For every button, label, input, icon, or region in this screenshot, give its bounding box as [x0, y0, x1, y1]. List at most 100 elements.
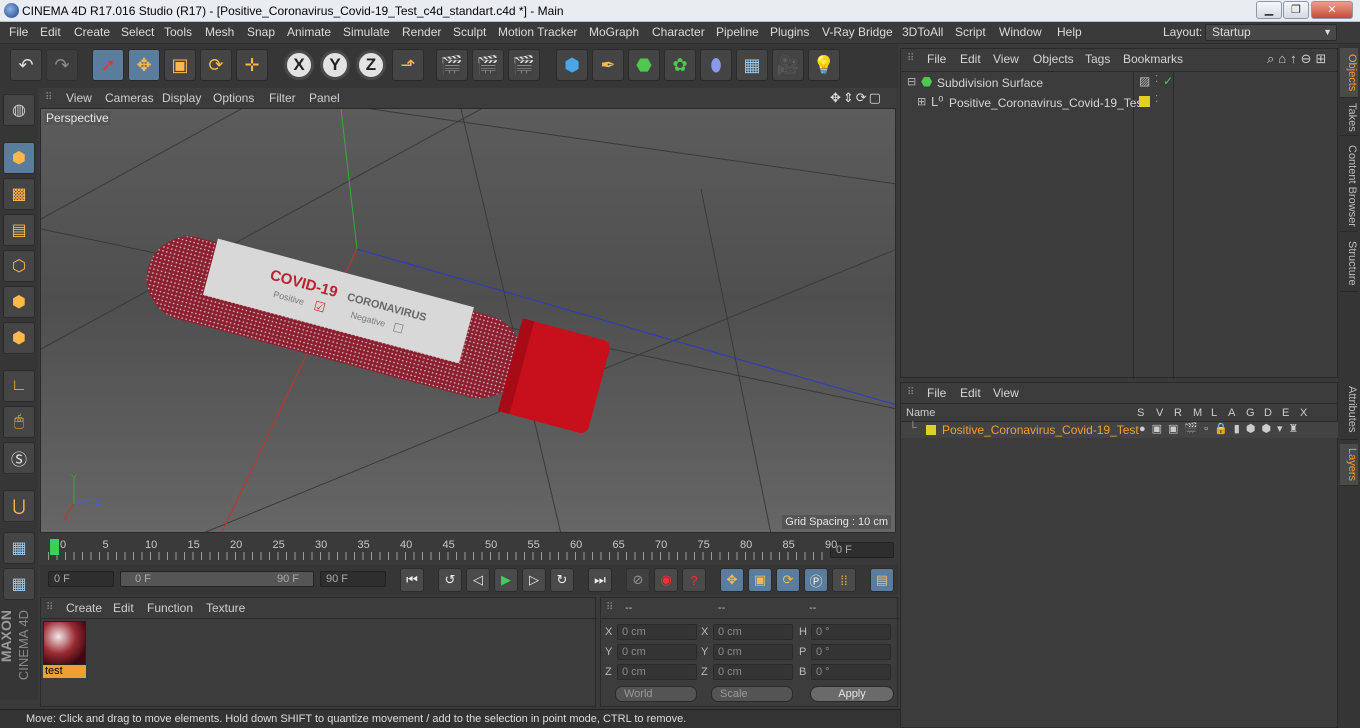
object-row-subdivision-surface[interactable]: ⊟ ⬣ Subdivision Surface ▨ ⁚ ✓ — [901, 74, 1339, 92]
model-mode-button[interactable]: ⬢ — [3, 142, 35, 174]
menu-character[interactable]: Character — [652, 25, 705, 39]
redo-button[interactable]: ↷ — [46, 49, 78, 81]
edges-mode-button[interactable]: ⬢ — [3, 286, 35, 318]
render-settings-button[interactable]: 🎬 — [508, 49, 540, 81]
subdivision-surface-button[interactable]: ⬣ — [628, 49, 660, 81]
objects-menu-tags[interactable]: Tags — [1085, 52, 1110, 66]
menu-file[interactable]: File — [9, 25, 28, 39]
menu-vray-bridge[interactable]: V-Ray Bridge — [822, 25, 893, 39]
layer-color-swatch[interactable] — [1139, 96, 1150, 107]
record-position-button[interactable]: ✥ — [720, 568, 744, 592]
menu-create[interactable]: Create — [74, 25, 110, 39]
timeline-window-button[interactable]: ▤ — [870, 568, 894, 592]
menu-mesh[interactable]: Mesh — [205, 25, 234, 39]
pos-y-field[interactable]: 0 cm — [617, 644, 697, 660]
tweak-mode-button[interactable]: 🖱 — [3, 406, 35, 438]
object-manager-nav-icons[interactable]: ⌕⌂↑⊖⊞ — [1267, 51, 1330, 67]
objects-menu-view[interactable]: View — [993, 52, 1019, 66]
layers-menu-edit[interactable]: Edit — [960, 386, 981, 400]
menu-plugins[interactable]: Plugins — [770, 25, 809, 39]
menu-snap[interactable]: Snap — [247, 25, 275, 39]
record-scale-button[interactable]: ▣ — [748, 568, 772, 592]
menu-help[interactable]: Help — [1057, 25, 1082, 39]
viewport-menu-panel[interactable]: Panel — [309, 91, 340, 105]
menu-3dtoall[interactable]: 3DToAll — [902, 25, 943, 39]
object-row-covid-test[interactable]: ⊞ L⁰ Positive_Coronavirus_Covid-19_Test … — [901, 94, 1339, 112]
menu-select[interactable]: Select — [121, 25, 154, 39]
3d-viewport[interactable]: COVID-19 CORONAVIRUS Positive Negative ☑… — [40, 108, 896, 533]
render-view-button[interactable]: 🎬 — [436, 49, 468, 81]
enabled-check-icon[interactable]: ✓ — [1163, 74, 1173, 88]
layer-flag-icons[interactable]: ●▣▣🎬▫🔒▮⬢⬢▾♜ — [1139, 422, 1304, 435]
tab-structure[interactable]: Structure — [1340, 236, 1358, 292]
menu-sculpt[interactable]: Sculpt — [453, 25, 486, 39]
tree-expand-icon[interactable]: ⊟ — [907, 75, 916, 88]
record-keys-button[interactable]: ⊘ — [626, 568, 650, 592]
apply-button[interactable]: Apply — [810, 686, 894, 702]
objects-menu-objects[interactable]: Objects — [1033, 52, 1074, 66]
floor-button[interactable]: ▦ — [736, 49, 768, 81]
go-to-end-button[interactable]: ⏭ — [588, 568, 612, 592]
go-to-start-button[interactable]: ⏮ — [400, 568, 424, 592]
rot-b-field[interactable]: 0 ° — [811, 664, 891, 680]
menu-mograph[interactable]: MoGraph — [589, 25, 639, 39]
pen-spline-button[interactable]: ✒ — [592, 49, 624, 81]
live-selection-button[interactable]: ➚ — [92, 49, 124, 81]
z-axis-toggle[interactable]: Z — [356, 50, 386, 80]
next-frame-button[interactable]: ▷ — [522, 568, 546, 592]
menu-animate[interactable]: Animate — [287, 25, 331, 39]
polygons-mode-button[interactable]: ⬢ — [3, 322, 35, 354]
objects-menu-file[interactable]: File — [927, 52, 946, 66]
menu-render[interactable]: Render — [402, 25, 441, 39]
objects-menu-bookmarks[interactable]: Bookmarks — [1123, 52, 1183, 66]
menu-motion-tracker[interactable]: Motion Tracker — [498, 25, 577, 39]
next-key-button[interactable]: ↻ — [550, 568, 574, 592]
light-button[interactable]: 💡 — [808, 49, 840, 81]
viewport-navigation-icons[interactable]: ✥⇕⟳▢ — [830, 90, 883, 106]
tab-attributes[interactable]: Attributes — [1340, 380, 1358, 440]
points-mode-button[interactable]: ⬡ — [3, 250, 35, 282]
viewport-menu-display[interactable]: Display — [162, 91, 201, 105]
size-mode-dropdown[interactable]: Scale — [711, 686, 793, 702]
transform-tool-button[interactable]: ✛ — [236, 49, 268, 81]
size-z-field[interactable]: 0 cm — [713, 664, 793, 680]
viewport-menu-view[interactable]: View — [66, 91, 92, 105]
tab-layers[interactable]: Layers — [1340, 444, 1358, 486]
coordinate-space-dropdown[interactable]: World — [615, 686, 697, 702]
texture-mode-button[interactable]: ▩ — [3, 178, 35, 210]
layer-color-swatch[interactable] — [926, 425, 936, 435]
timeline-ruler[interactable]: 0 F 0 5 10 15 20 25 30 35 40 45 50 55 60 65 70 75 80 85 90 — [40, 535, 898, 565]
x-axis-toggle[interactable]: X — [284, 50, 314, 80]
workplane-mode-button[interactable]: ▤ — [3, 214, 35, 246]
play-button[interactable]: ▶ — [494, 568, 518, 592]
keyframe-selection-button[interactable]: ? — [682, 568, 706, 592]
menu-simulate[interactable]: Simulate — [343, 25, 390, 39]
record-point-level-button[interactable]: ⁞⁞ — [832, 568, 856, 592]
previous-frame-button[interactable]: ◁ — [466, 568, 490, 592]
magnet-button[interactable]: ⋃ — [3, 490, 35, 522]
make-editable-button[interactable]: ◍ — [3, 94, 35, 126]
workplane-lock-button[interactable]: ▦ — [3, 532, 35, 564]
record-rotation-button[interactable]: ⟳ — [776, 568, 800, 592]
tab-content-browser[interactable]: Content Browser — [1340, 140, 1358, 232]
layers-menu-file[interactable]: File — [927, 386, 946, 400]
rot-h-field[interactable]: 0 ° — [811, 624, 891, 640]
material-menu-function[interactable]: Function — [147, 601, 193, 615]
playhead-marker[interactable] — [50, 539, 59, 555]
menu-edit[interactable]: Edit — [40, 25, 61, 39]
scale-tool-button[interactable]: ▣ — [164, 49, 196, 81]
size-y-field[interactable]: 0 cm — [713, 644, 793, 660]
tree-expand-icon[interactable]: ⊞ — [917, 95, 926, 108]
material-menu-edit[interactable]: Edit — [113, 601, 134, 615]
render-picture-viewer-button[interactable]: 🎬 — [472, 49, 504, 81]
menu-pipeline[interactable]: Pipeline — [716, 25, 759, 39]
menu-tools[interactable]: Tools — [164, 25, 192, 39]
material-menu-texture[interactable]: Texture — [206, 601, 245, 615]
rotate-tool-button[interactable]: ⟳ — [200, 49, 232, 81]
end-frame-field[interactable]: 90 F — [320, 571, 386, 587]
viewport-menu-cameras[interactable]: Cameras — [105, 91, 154, 105]
size-x-field[interactable]: 0 cm — [713, 624, 793, 640]
planar-workplane-button[interactable]: ▦ — [3, 568, 35, 600]
move-tool-button[interactable]: ✥ — [128, 49, 160, 81]
pos-x-field[interactable]: 0 cm — [617, 624, 697, 640]
